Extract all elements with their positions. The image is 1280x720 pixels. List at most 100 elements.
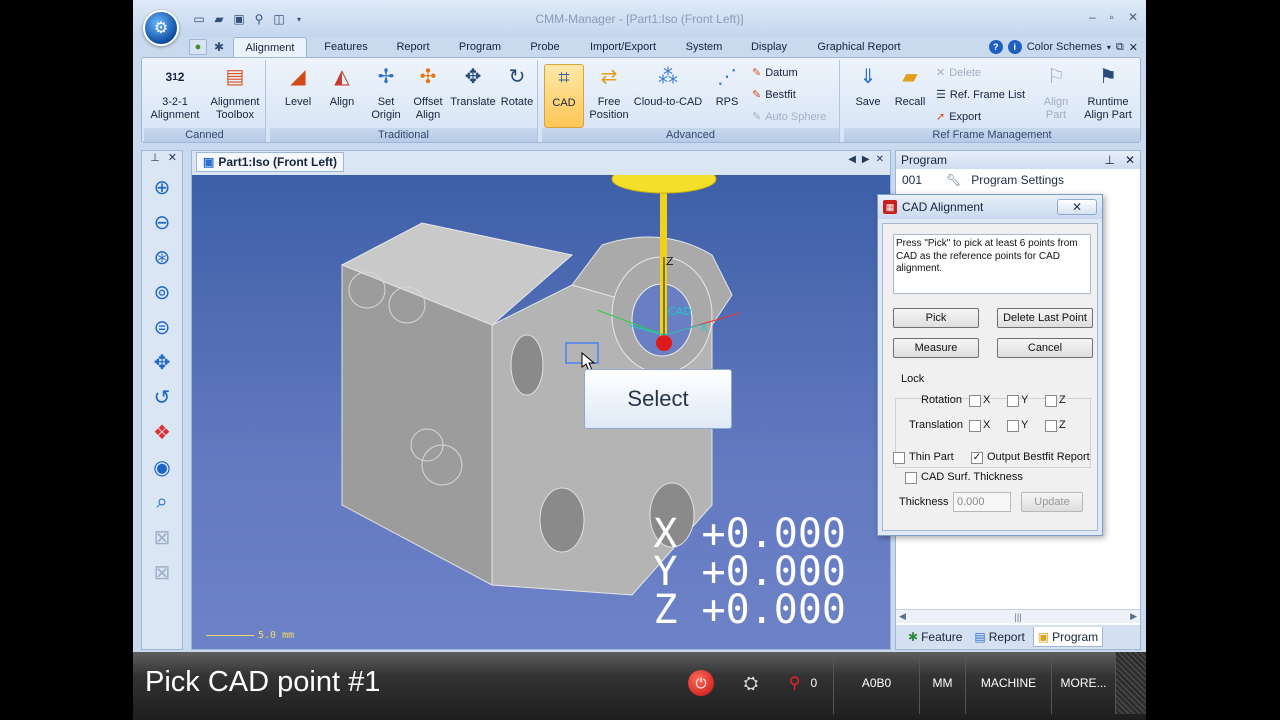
wrench-icon: 🔧︎ bbox=[946, 173, 962, 187]
restore-icon[interactable]: ⧉ bbox=[1116, 41, 1124, 54]
more-button[interactable]: MORE... bbox=[1051, 652, 1115, 714]
delete-last-point-button[interactable]: Delete Last Point bbox=[997, 308, 1093, 328]
probe-status[interactable]: ⚲ 0 bbox=[773, 652, 833, 714]
zoom-vertical-button[interactable]: ⊚ bbox=[147, 277, 177, 307]
close-panel-icon[interactable]: ✕ bbox=[1125, 153, 1135, 167]
cancel-button[interactable]: Cancel bbox=[997, 338, 1093, 358]
align-button[interactable]: ◭ Align bbox=[322, 64, 362, 109]
rotation-z-checkbox[interactable] bbox=[1045, 395, 1057, 407]
info-icon[interactable]: i bbox=[1007, 40, 1022, 54]
pin-icon[interactable]: ⊥ bbox=[150, 151, 160, 167]
dialog-close-button[interactable]: ✕ bbox=[1057, 199, 1097, 215]
cloud-to-cad-button[interactable]: ⁂ Cloud-to-CAD bbox=[632, 64, 704, 109]
tab-program-panel[interactable]: ▣ Program bbox=[1032, 627, 1104, 647]
close-tab-icon[interactable]: ✕ bbox=[876, 154, 884, 165]
pick-button[interactable]: Pick bbox=[893, 308, 979, 328]
view-orientation-icon: ❖ bbox=[153, 421, 171, 444]
help-icon[interactable]: ? bbox=[988, 40, 1003, 54]
emergency-stop-button[interactable]: ⏻ bbox=[673, 652, 729, 714]
viewport-tab[interactable]: ▣ Part1:Iso (Front Left) bbox=[196, 152, 345, 172]
tab-scroll-left-icon[interactable]: ◀ bbox=[848, 154, 856, 165]
output-bestfit-report-checkbox[interactable]: ✓ bbox=[971, 452, 983, 464]
maximize-button[interactable]: ▫ bbox=[1110, 10, 1114, 24]
translation-z-checkbox[interactable] bbox=[1045, 420, 1057, 432]
close-doc-icon[interactable]: ✕ bbox=[1129, 41, 1138, 54]
tab-report[interactable]: Report bbox=[387, 37, 439, 57]
level-button[interactable]: ◢ Level bbox=[278, 64, 318, 109]
pin-icon[interactable]: ⊥ bbox=[1104, 153, 1114, 167]
zoom-out-button[interactable]: ⊖ bbox=[147, 207, 177, 237]
coordinate-mode-button[interactable]: MACHINE bbox=[965, 652, 1051, 714]
datum-button[interactable]: ✎ Datum bbox=[752, 66, 798, 80]
recall-button[interactable]: ▰ Recall bbox=[890, 64, 930, 109]
update-button[interactable]: Update bbox=[1021, 492, 1083, 512]
tab-alignment[interactable]: Alignment bbox=[233, 37, 307, 57]
scroll-thumb[interactable]: ||| bbox=[1014, 612, 1021, 622]
part-hole-2[interactable] bbox=[539, 487, 585, 553]
scroll-right-icon[interactable]: ▶ bbox=[1130, 611, 1137, 622]
zoom-fit-button[interactable]: ⊛ bbox=[147, 242, 177, 272]
delete-button[interactable]: ✕ Delete bbox=[936, 66, 981, 80]
free-position-button[interactable]: ⇄ Free Position bbox=[588, 64, 630, 122]
scroll-left-icon[interactable]: ◀ bbox=[899, 611, 906, 622]
thickness-input[interactable]: 0.000 bbox=[953, 492, 1011, 512]
tab-system[interactable]: System bbox=[679, 37, 729, 57]
resize-grip[interactable] bbox=[1115, 652, 1146, 714]
rps-button[interactable]: ⋰ RPS bbox=[708, 64, 746, 109]
translation-y-checkbox[interactable] bbox=[1007, 420, 1019, 432]
translation-x-checkbox[interactable] bbox=[969, 420, 981, 432]
tab-feature[interactable]: ✱ Feature bbox=[904, 627, 966, 647]
tab-scroll-right-icon[interactable]: ▶ bbox=[862, 154, 870, 165]
set-origin-button[interactable]: ✢ Set Origin bbox=[366, 64, 406, 122]
close-panel-icon[interactable]: ✕ bbox=[168, 151, 177, 167]
tab-import-export[interactable]: Import/Export bbox=[581, 37, 665, 57]
disabled-tool-2-button[interactable]: ⊠ bbox=[147, 557, 177, 587]
globe-icon[interactable]: ● bbox=[189, 39, 207, 55]
cad-viewport[interactable]: Z X CAD Select X +0.000 Y +0.000 Z +0.00… bbox=[192, 164, 890, 649]
zoom-in-button[interactable]: ⊕ bbox=[147, 172, 177, 202]
walk-icon[interactable]: ✱ bbox=[211, 39, 227, 55]
zoom-window-button[interactable]: ⊜ bbox=[147, 312, 177, 342]
close-button[interactable]: ✕ bbox=[1128, 10, 1138, 24]
inspect-button[interactable]: ⌕ bbox=[147, 487, 177, 517]
321-alignment-button[interactable]: 312 3-2-1 Alignment bbox=[148, 64, 202, 122]
tip-angle-button[interactable]: A0B0 bbox=[833, 652, 919, 714]
auto-sphere-button[interactable]: ✎ Auto Sphere bbox=[752, 110, 826, 124]
minimize-button[interactable]: – bbox=[1089, 10, 1096, 24]
units-button[interactable]: MM bbox=[919, 652, 965, 714]
cad-button[interactable]: ⌗ CAD bbox=[544, 64, 584, 128]
rotate-view-button[interactable]: ↺ bbox=[147, 382, 177, 412]
machine-button[interactable]: ⛭ bbox=[729, 652, 773, 714]
runtime-align-part-button[interactable]: ⚑ Runtime Align Part bbox=[1080, 64, 1136, 122]
bestfit-button[interactable]: ✎ Bestfit bbox=[752, 88, 796, 102]
tab-report-panel[interactable]: ▤ Report bbox=[970, 627, 1028, 647]
alignment-toolbox-button[interactable]: ▤ Alignment Toolbox bbox=[206, 64, 264, 122]
offset-align-button[interactable]: ✣ Offset Align bbox=[408, 64, 448, 122]
dialog-title-bar[interactable]: ▦ CAD Alignment ✕ bbox=[878, 195, 1102, 219]
translate-button[interactable]: ✥ Translate bbox=[448, 64, 498, 109]
tab-display[interactable]: Display bbox=[743, 37, 795, 57]
part-hole-1[interactable] bbox=[510, 334, 544, 396]
cad-surf-thickness-checkbox[interactable] bbox=[905, 472, 917, 484]
align-part-button[interactable]: ⚐ Align Part bbox=[1038, 64, 1074, 122]
tab-program[interactable]: Program bbox=[451, 37, 509, 57]
tab-features[interactable]: Features bbox=[317, 37, 375, 57]
tab-probe[interactable]: Probe bbox=[523, 37, 567, 57]
rotate-button[interactable]: ↻ Rotate bbox=[498, 64, 536, 109]
thin-part-checkbox[interactable] bbox=[893, 452, 905, 464]
disabled-tool-1-button[interactable]: ⊠ bbox=[147, 522, 177, 552]
program-row[interactable]: 001 🔧︎ Program Settings bbox=[896, 169, 1140, 191]
rotation-x-checkbox[interactable] bbox=[969, 395, 981, 407]
tab-graphical-report[interactable]: Graphical Report bbox=[809, 37, 909, 57]
color-schemes-menu[interactable]: Color Schemes bbox=[1027, 41, 1102, 53]
horizontal-scrollbar[interactable]: ◀ ||| ▶ bbox=[896, 609, 1140, 623]
view-orientation-button[interactable]: ❖ bbox=[147, 417, 177, 447]
ref-frame-list-button[interactable]: ☰ Ref. Frame List bbox=[936, 88, 1025, 102]
save-ref-frame-button[interactable]: ⇓ Save bbox=[848, 64, 888, 109]
visibility-button[interactable]: ◉ bbox=[147, 452, 177, 482]
rotation-y-checkbox[interactable] bbox=[1007, 395, 1019, 407]
export-button[interactable]: ➚ Export bbox=[936, 110, 981, 124]
measure-button[interactable]: Measure bbox=[893, 338, 979, 358]
application-menu-button[interactable]: ⚙ bbox=[143, 10, 179, 46]
pan-button[interactable]: ✥ bbox=[147, 347, 177, 377]
